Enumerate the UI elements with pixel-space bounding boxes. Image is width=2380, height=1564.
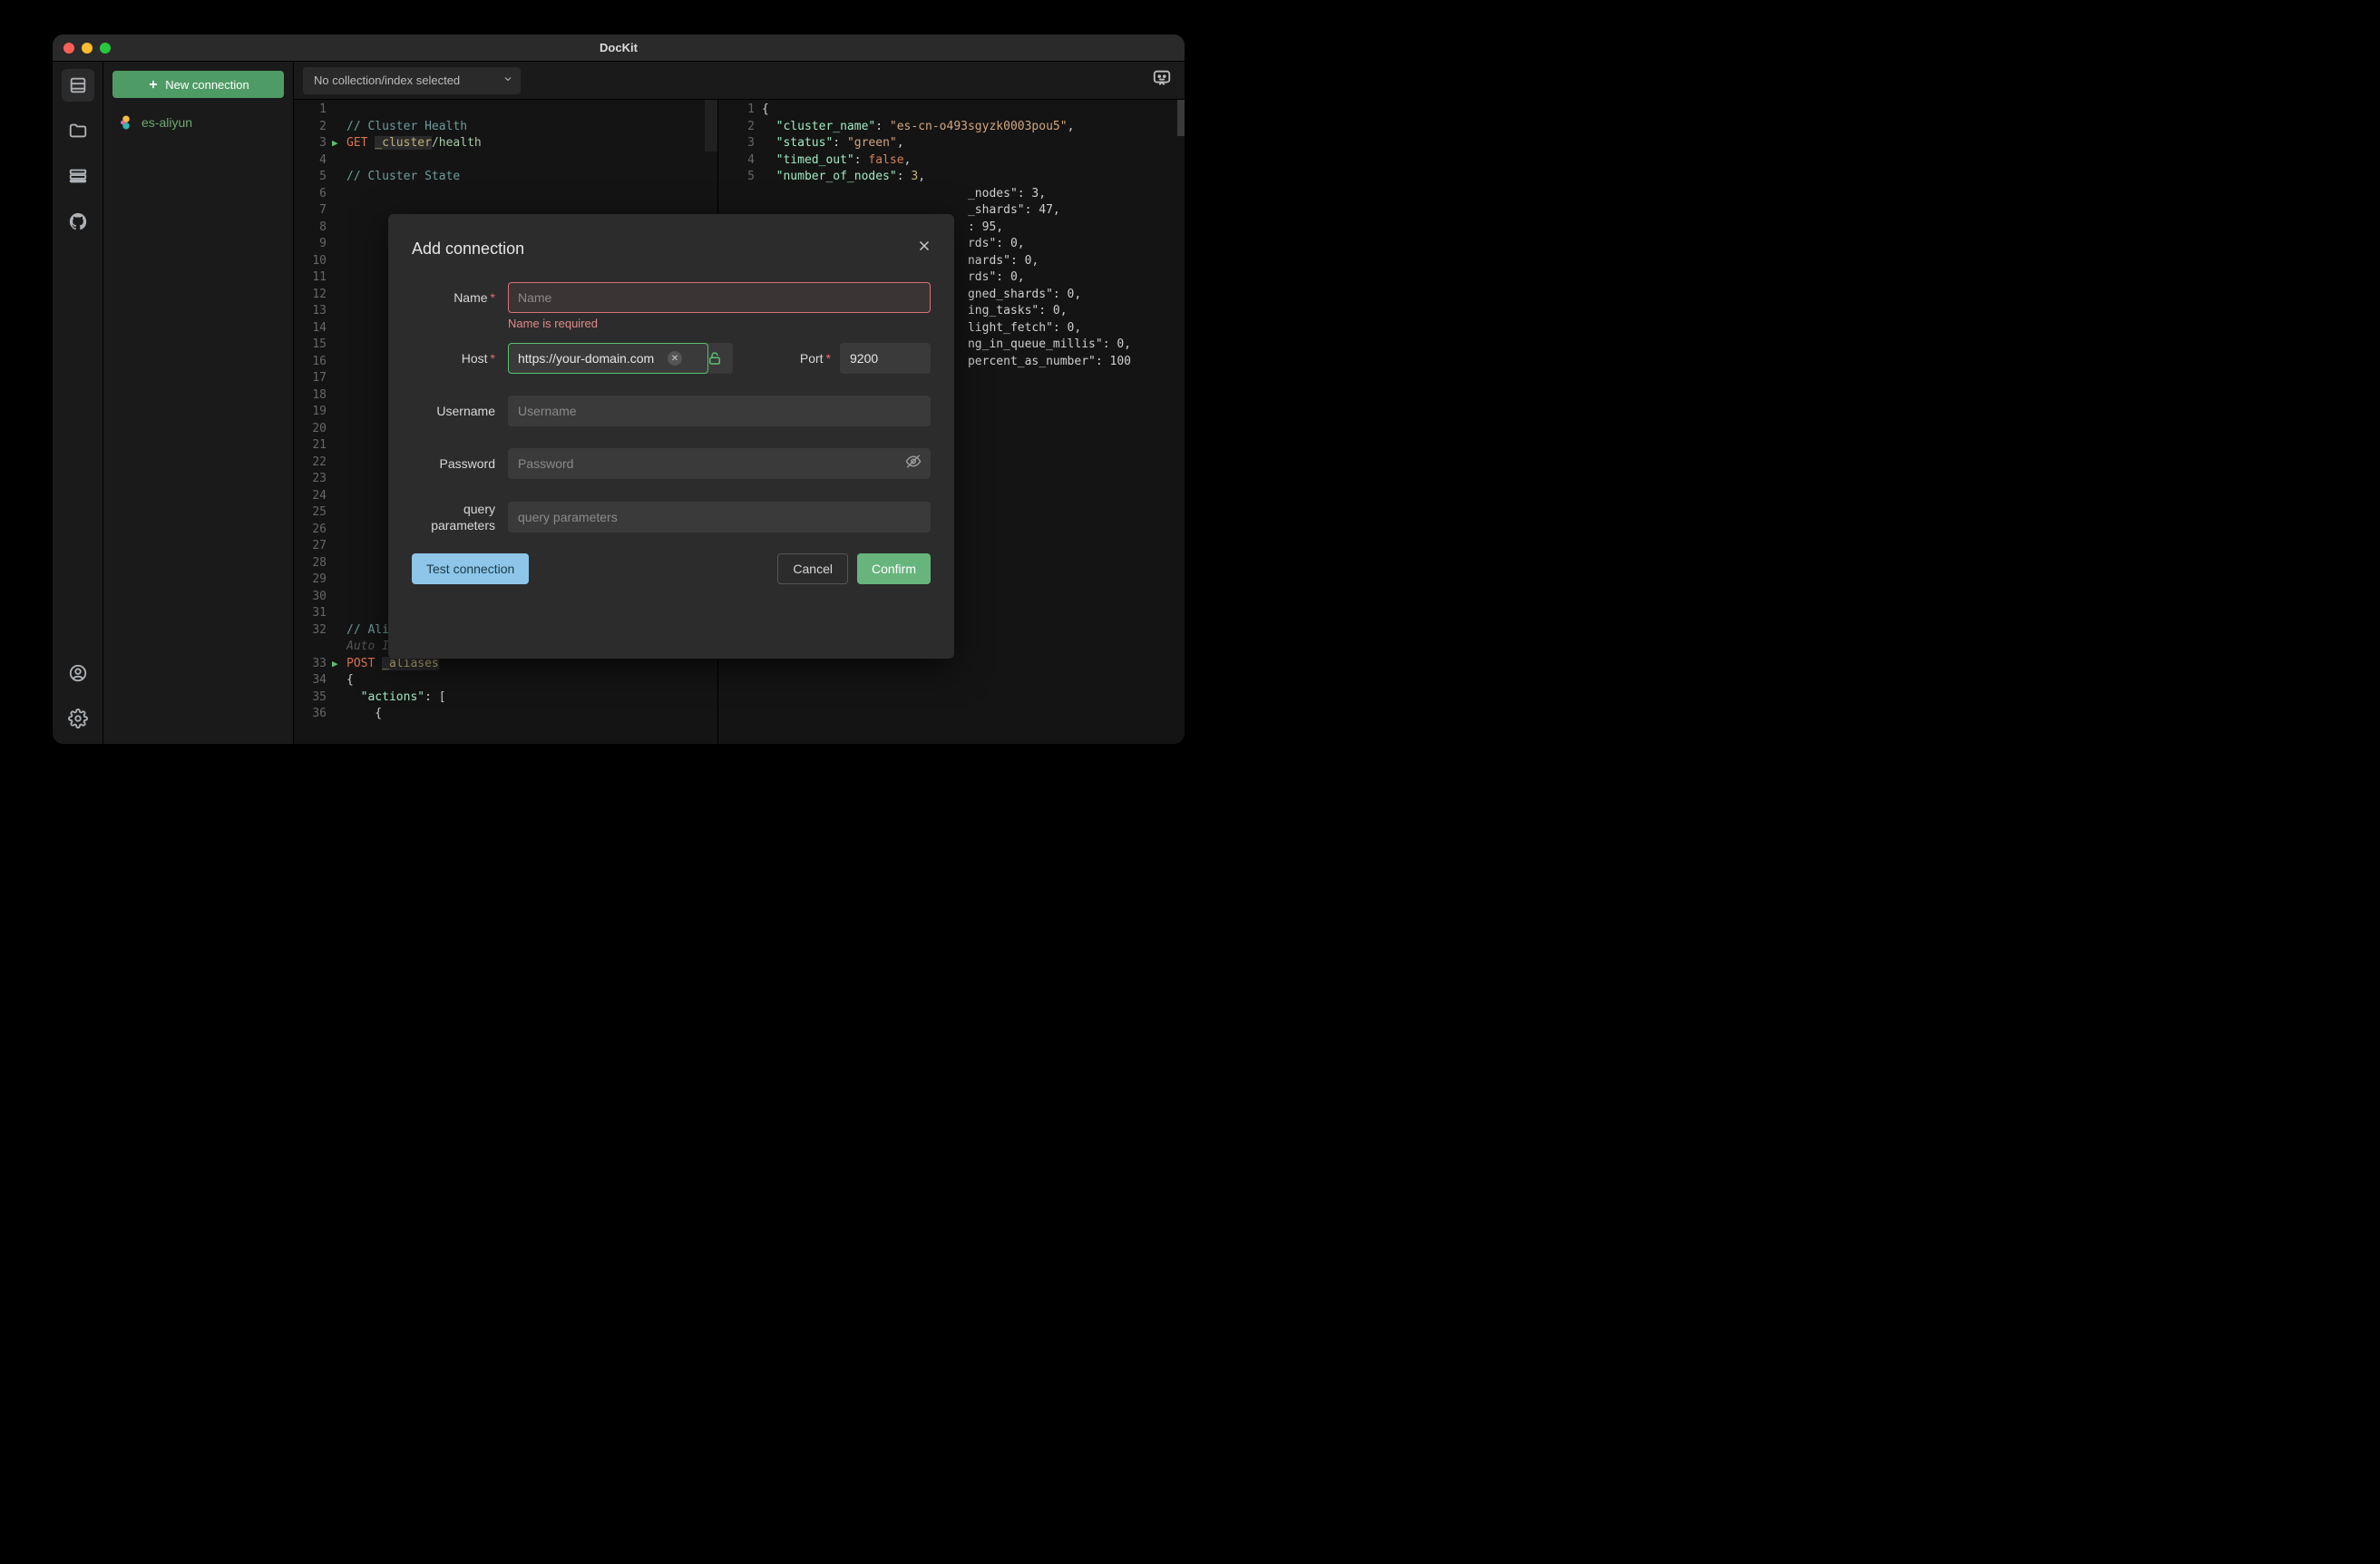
connections-icon[interactable] (62, 69, 94, 102)
gear-icon[interactable] (62, 702, 94, 735)
activity-bar (53, 62, 103, 744)
name-error: Name is required (508, 317, 931, 330)
clear-icon[interactable]: ✕ (668, 351, 682, 366)
toolbar: No collection/index selected (294, 62, 1185, 100)
query-params-input[interactable] (508, 502, 931, 533)
port-label: Port* (800, 351, 831, 366)
cancel-button[interactable]: Cancel (777, 553, 848, 584)
new-connection-label: New connection (165, 78, 249, 92)
username-label: Username (412, 404, 508, 418)
password-label: Password (412, 456, 508, 471)
name-label: Name* (412, 290, 508, 305)
close-icon[interactable] (912, 234, 936, 258)
name-input[interactable] (508, 282, 931, 313)
titlebar: DocKit (53, 34, 1185, 62)
test-connection-button[interactable]: Test connection (412, 553, 529, 584)
index-selector[interactable]: No collection/index selected (303, 67, 521, 94)
elasticsearch-icon (118, 114, 134, 131)
folder-icon[interactable] (62, 114, 94, 147)
index-selector-value: No collection/index selected (314, 73, 460, 87)
app-title: DocKit (53, 41, 1185, 54)
add-connection-dialog: Add connection Name* Name is required Ho… (388, 214, 954, 659)
new-connection-button[interactable]: New connection (112, 71, 284, 98)
user-icon[interactable] (62, 657, 94, 689)
assistant-icon[interactable] (1152, 68, 1172, 93)
port-input[interactable] (840, 343, 931, 374)
query-params-label: queryparameters (412, 501, 508, 533)
confirm-button[interactable]: Confirm (857, 553, 931, 584)
layers-icon[interactable] (62, 160, 94, 192)
github-icon[interactable] (62, 205, 94, 238)
minimap (1177, 100, 1185, 136)
password-input[interactable] (508, 448, 931, 479)
chevron-down-icon (502, 73, 513, 87)
side-panel: New connection es-aliyun (103, 62, 294, 744)
app-window: DocKit N (53, 34, 1185, 744)
dialog-title: Add connection (412, 239, 931, 259)
username-input[interactable] (508, 396, 931, 426)
eye-off-icon[interactable] (905, 454, 922, 474)
connection-name: es-aliyun (141, 115, 192, 130)
connection-item[interactable]: es-aliyun (112, 107, 284, 138)
host-label: Host* (412, 351, 508, 366)
